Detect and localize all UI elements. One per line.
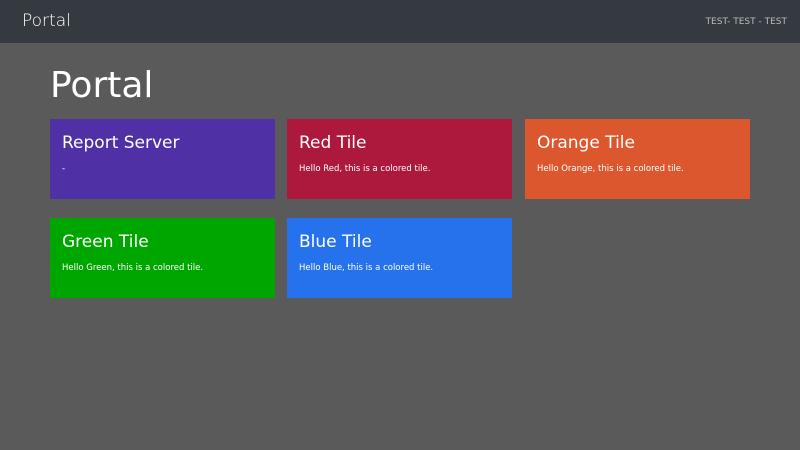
tile-title: Green Tile <box>62 232 149 252</box>
tile-text: - <box>62 164 66 174</box>
tile-red[interactable]: Red Tile Hello Red, this is a colored ti… <box>287 119 512 199</box>
tile-title: Orange Tile <box>537 133 635 153</box>
tile-text: Hello Blue, this is a colored tile. <box>299 263 434 273</box>
top-navbar: Portal TEST- TEST - TEST <box>0 0 800 43</box>
tile-title: Red Tile <box>299 133 367 153</box>
tile-report-server[interactable]: Report Server - <box>50 119 275 199</box>
user-name[interactable]: TEST- TEST - TEST <box>706 16 787 28</box>
tile-text: Hello Red, this is a colored tile. <box>299 164 431 174</box>
page-title: Portal <box>50 65 154 106</box>
tile-orange[interactable]: Orange Tile Hello Orange, this is a colo… <box>525 119 750 199</box>
tile-text: Hello Green, this is a colored tile. <box>62 263 204 273</box>
tile-blue[interactable]: Blue Tile Hello Blue, this is a colored … <box>287 218 512 298</box>
tile-green[interactable]: Green Tile Hello Green, this is a colore… <box>50 218 275 298</box>
tile-text: Hello Orange, this is a colored tile. <box>537 164 684 174</box>
tile-title: Report Server <box>62 133 180 153</box>
tile-title: Blue Tile <box>299 232 372 252</box>
brand-link[interactable]: Portal <box>22 11 71 31</box>
